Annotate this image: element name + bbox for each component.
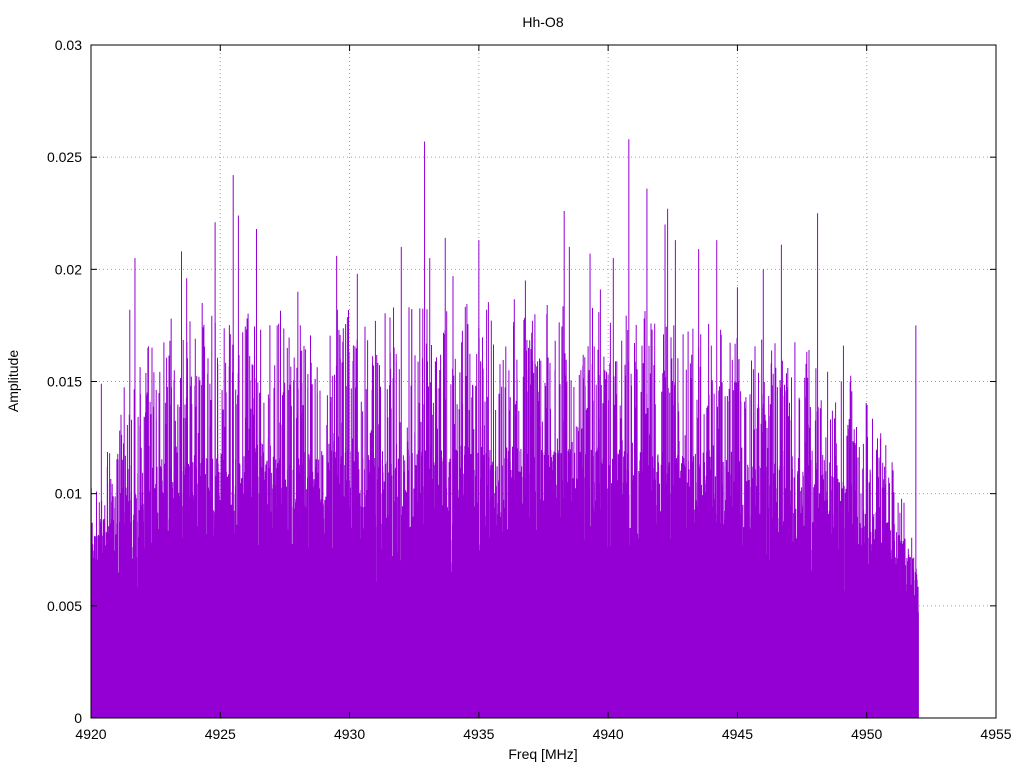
x-tick-label: 4950 (851, 726, 882, 742)
y-tick-label: 0.01 (55, 486, 82, 502)
chart-title: Hh-O8 (522, 14, 563, 30)
y-tick-label: 0.005 (47, 598, 82, 614)
x-tick-label: 4935 (463, 726, 494, 742)
y-tick-label: 0.015 (47, 374, 82, 390)
x-tick-label: 4955 (980, 726, 1011, 742)
x-axis-label: Freq [MHz] (508, 746, 577, 762)
y-tick-label: 0 (74, 710, 82, 726)
x-tick-label: 4925 (205, 726, 236, 742)
x-tick-label: 4940 (593, 726, 624, 742)
x-tick-label: 4945 (722, 726, 753, 742)
y-tick-label: 0.02 (55, 261, 82, 277)
y-tick-label: 0.03 (55, 37, 82, 53)
x-tick-label: 4930 (334, 726, 365, 742)
y-tick-label: 0.025 (47, 149, 82, 165)
x-tick-label: 4920 (75, 726, 106, 742)
chart: 4920 4925 4930 4935 4940 4945 4950 4955 0 0.005 0… (0, 0, 1024, 768)
y-axis-label: Amplitude (5, 350, 21, 412)
